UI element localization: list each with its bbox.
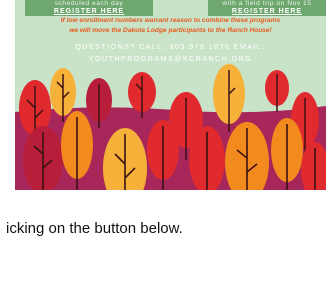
enrollment-notice-line-1: If low enrollment numbers warrant reason…: [60, 17, 281, 24]
enrollment-notice-line-2: we will move the Dakota Lodge participan…: [69, 27, 272, 34]
register-here-link-right[interactable]: REGISTER HERE: [208, 7, 326, 16]
register-box-right: with a field trip on Nov 15 REGISTER HER…: [208, 0, 326, 16]
register-here-link-left[interactable]: REGISTER HERE: [25, 7, 153, 16]
contact-phone-line: QUESTIONS? CALL: 303.979.1876 EMAIL:: [75, 42, 266, 51]
instruction-caption: icking on the button below.: [6, 220, 183, 237]
register-right-subtext: with a field trip on Nov 15: [222, 0, 312, 7]
register-box-left: scheduled each day REGISTER HERE: [25, 0, 153, 16]
register-left-subtext: scheduled each day: [54, 0, 124, 7]
contact-email-line: YOUTHPROGRAMS@KCRANCH.ORG: [88, 54, 253, 63]
program-flyer: scheduled each day REGISTER HERE with a …: [15, 0, 326, 190]
